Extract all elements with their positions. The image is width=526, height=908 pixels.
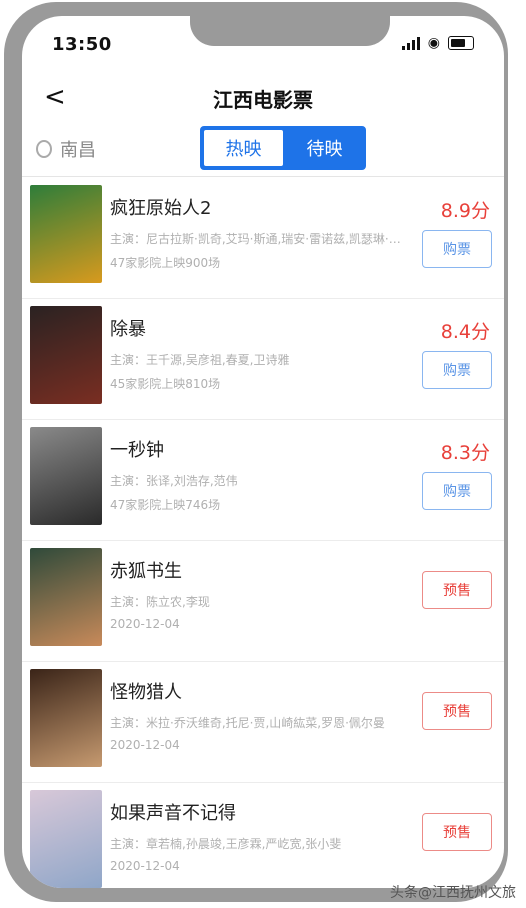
movie-score: 8.9分 <box>440 200 490 222</box>
movie-poster <box>30 185 102 283</box>
movie-item[interactable]: 除暴 主演：王千源,吴彦祖,春夏,卫诗雅 45家影院上映810场 8.4分 购票 <box>22 299 504 420</box>
buy-ticket-button[interactable]: 购票 <box>422 230 492 268</box>
presale-button[interactable]: 预售 <box>422 813 492 851</box>
movie-score: 8.4分 <box>440 321 490 343</box>
movie-poster <box>30 790 102 888</box>
movie-list: 疯狂原始人2 主演：尼古拉斯·凯奇,艾玛·斯通,瑞安·雷诺兹,凯瑟琳·基纳 47… <box>22 178 504 888</box>
movie-name: 怪物猎人 <box>110 682 182 703</box>
status-time: 13:50 <box>52 34 112 55</box>
battery-icon <box>448 36 474 50</box>
buy-ticket-button[interactable]: 购票 <box>422 472 492 510</box>
tab-coming-soon[interactable]: 待映 <box>285 128 364 168</box>
movie-item[interactable]: 疯狂原始人2 主演：尼古拉斯·凯奇,艾玛·斯通,瑞安·雷诺兹,凯瑟琳·基纳 47… <box>22 178 504 299</box>
movie-score: 8.3分 <box>440 442 490 464</box>
movie-release-date: 2020-12-04 <box>110 617 180 631</box>
movie-cast: 主演：张译,刘浩存,范伟 <box>110 474 238 488</box>
divider <box>22 176 504 177</box>
presale-button[interactable]: 预售 <box>422 692 492 730</box>
signal-icon <box>401 36 420 50</box>
movie-cast: 主演：陈立农,李现 <box>110 595 210 609</box>
movie-name: 疯狂原始人2 <box>110 198 212 219</box>
tab-switch: 热映 待映 <box>200 126 366 170</box>
movie-poster <box>30 548 102 646</box>
location-pin-icon <box>36 140 52 158</box>
movie-cast: 主演：米拉·乔沃维奇,托尼·贾,山崎紘菜,罗恩·佩尔曼 <box>110 716 385 730</box>
movie-release-date: 2020-12-04 <box>110 859 180 873</box>
buy-ticket-button[interactable]: 购票 <box>422 351 492 389</box>
city-selector[interactable]: 南昌 <box>36 136 96 162</box>
movie-showings: 47家影院上映746场 <box>110 498 221 512</box>
watermark: 头条@江西抚州文旅 <box>390 885 516 901</box>
movie-name: 赤狐书生 <box>110 561 182 582</box>
movie-item[interactable]: 赤狐书生 主演：陈立农,李现 2020-12-04 预售 <box>22 541 504 662</box>
status-icons: ◉ <box>401 35 474 51</box>
phone-screen: 13:50 ◉ < 江西电影票 南昌 热映 待映 疯狂原始人2 主演：尼古拉斯·… <box>22 16 504 888</box>
presale-button[interactable]: 预售 <box>422 571 492 609</box>
movie-name: 除暴 <box>110 319 146 340</box>
movie-showings: 47家影院上映900场 <box>110 256 221 270</box>
phone-notch <box>190 16 390 46</box>
page-title: 江西电影票 <box>213 88 313 112</box>
movie-item[interactable]: 一秒钟 主演：张译,刘浩存,范伟 47家影院上映746场 8.3分 购票 <box>22 420 504 541</box>
movie-item[interactable]: 如果声音不记得 主演：章若楠,孙晨竣,王彦霖,严屹宽,张小斐 2020-12-0… <box>22 783 504 888</box>
movie-cast: 主演：尼古拉斯·凯奇,艾玛·斯通,瑞安·雷诺兹,凯瑟琳·基纳 <box>110 232 410 246</box>
movie-poster <box>30 427 102 525</box>
movie-poster <box>30 669 102 767</box>
movie-name: 如果声音不记得 <box>110 803 236 824</box>
movie-cast: 主演：王千源,吴彦祖,春夏,卫诗雅 <box>110 353 290 367</box>
city-label: 南昌 <box>60 140 96 161</box>
movie-name: 一秒钟 <box>110 440 164 461</box>
movie-release-date: 2020-12-04 <box>110 738 180 752</box>
movie-poster <box>30 306 102 404</box>
movie-cast: 主演：章若楠,孙晨竣,王彦霖,严屹宽,张小斐 <box>110 837 342 851</box>
movie-showings: 45家影院上映810场 <box>110 377 221 391</box>
wifi-icon: ◉ <box>427 35 440 51</box>
tab-now-showing[interactable]: 热映 <box>204 130 283 166</box>
movie-item[interactable]: 怪物猎人 主演：米拉·乔沃维奇,托尼·贾,山崎紘菜,罗恩·佩尔曼 2020-12… <box>22 662 504 783</box>
